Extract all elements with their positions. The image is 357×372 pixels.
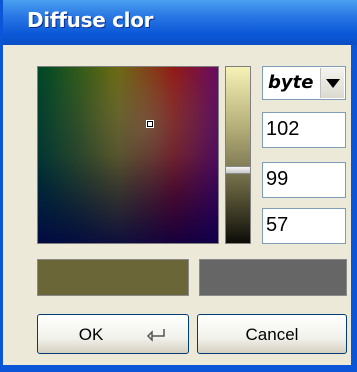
cancel-button-label: Cancel xyxy=(245,325,299,344)
blue-value-field[interactable]: 57 xyxy=(262,208,346,244)
green-value-field[interactable]: 99 xyxy=(262,162,346,198)
picker-cursor[interactable] xyxy=(146,120,154,128)
color-dialog: Diffuse clor byte 102 99 57 OK Cancel xyxy=(0,0,357,372)
chevron-down-icon[interactable] xyxy=(320,68,344,98)
title-bar[interactable]: Diffuse clor xyxy=(3,0,357,45)
value-gradient xyxy=(38,67,218,243)
ok-button[interactable]: OK xyxy=(37,314,189,354)
cancel-button[interactable]: Cancel xyxy=(197,314,347,354)
value-mode-label: byte xyxy=(268,72,314,93)
window-border-bottom xyxy=(3,365,357,369)
window-title: Diffuse clor xyxy=(27,8,154,32)
ok-button-label: OK xyxy=(78,325,104,344)
enter-key-icon xyxy=(146,329,165,342)
red-value-field[interactable]: 102 xyxy=(262,112,346,148)
value-mode-dropdown[interactable]: byte xyxy=(262,66,346,100)
brightness-slider[interactable] xyxy=(225,66,251,244)
old-color-swatch xyxy=(199,259,347,296)
saturation-hue-picker[interactable] xyxy=(37,66,219,244)
brightness-slider-thumb[interactable] xyxy=(225,166,251,174)
new-color-swatch xyxy=(37,259,189,296)
window-border-right xyxy=(351,45,357,372)
